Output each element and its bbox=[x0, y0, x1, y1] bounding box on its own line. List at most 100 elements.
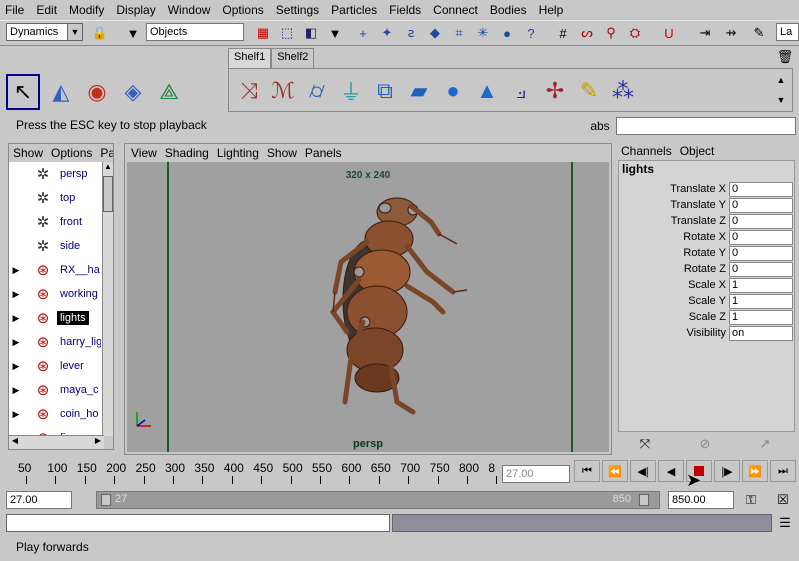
menu-display[interactable]: Display bbox=[116, 3, 155, 17]
start-time-field[interactable]: 27.00 bbox=[6, 491, 72, 509]
channel-name[interactable]: Translate Z bbox=[623, 215, 729, 227]
channel-name[interactable]: Translate X bbox=[623, 183, 729, 195]
outliner-menu-options[interactable]: Options bbox=[51, 146, 92, 160]
channel-value-field[interactable]: 0 bbox=[729, 229, 793, 245]
shelf-scroll-down-icon[interactable]: ▼ bbox=[772, 91, 790, 109]
step-forward-icon[interactable]: ⏩ bbox=[742, 460, 768, 482]
channel-name[interactable]: Rotate X bbox=[623, 231, 729, 243]
channel-name[interactable]: Rotate Z bbox=[623, 263, 729, 275]
outliner-item[interactable]: ▶ ⊛ harry_lig bbox=[9, 330, 104, 354]
outliner-item[interactable]: ▶ ⊛ working bbox=[9, 282, 104, 306]
step-back-icon[interactable]: ⏪ bbox=[602, 460, 628, 482]
move-tool-icon[interactable]: ◉ bbox=[80, 74, 114, 110]
outliner-item[interactable]: ▶ ⊛ maya_c bbox=[9, 378, 104, 402]
menu-options[interactable]: Options bbox=[222, 3, 263, 17]
channel-layer-icon[interactable]: ⊘ bbox=[694, 433, 716, 455]
expand-arrow-icon[interactable]: ▶ bbox=[9, 385, 23, 396]
outliner-item[interactable]: ▶ ⊛ RX__ha bbox=[9, 258, 104, 282]
outliner-item[interactable]: ✲ side bbox=[9, 234, 104, 258]
viewport-canvas[interactable]: 320 x 240 persp bbox=[127, 162, 609, 452]
channel-value-field[interactable]: 1 bbox=[729, 309, 793, 325]
dynamics-mask-icon[interactable]: ✳ bbox=[472, 22, 494, 44]
outliner-horizontal-scrollbar[interactable]: ◀ ▶ bbox=[9, 435, 104, 449]
planar-icon[interactable]: ▰ bbox=[403, 74, 435, 108]
outliner-item[interactable]: ▶ ⊛ coin_ho bbox=[9, 402, 104, 426]
loft-icon[interactable]: ⧉ bbox=[369, 74, 401, 108]
outliner-item[interactable]: ✲ front bbox=[9, 210, 104, 234]
menu-settings[interactable]: Settings bbox=[276, 3, 319, 17]
input-connections-icon[interactable]: ⇥ bbox=[694, 22, 716, 44]
render-field[interactable]: La bbox=[776, 23, 799, 41]
expand-arrow-icon[interactable]: ▶ bbox=[9, 313, 23, 324]
channel-name[interactable]: Rotate Y bbox=[623, 247, 729, 259]
current-frame-field[interactable]: 27.00 bbox=[502, 465, 570, 483]
menu-bodies[interactable]: Bodies bbox=[490, 3, 527, 17]
sphere-icon[interactable]: ● bbox=[437, 74, 469, 108]
shelf-scroll-up-icon[interactable]: ▲ bbox=[772, 71, 790, 89]
scale-tool-icon[interactable]: ⟁ bbox=[152, 74, 186, 110]
menu-connect[interactable]: Connect bbox=[433, 3, 478, 17]
cockroach-model[interactable] bbox=[127, 162, 609, 452]
lock-icon[interactable]: 🔒 bbox=[89, 22, 111, 44]
spotlight-icon[interactable]: ✎ bbox=[573, 74, 605, 108]
channel-name[interactable]: Translate Y bbox=[623, 199, 729, 211]
channel-name[interactable]: Scale Z bbox=[623, 311, 729, 323]
menu-edit[interactable]: Edit bbox=[36, 3, 57, 17]
mode-dropdown[interactable]: Dynamics ▼ bbox=[6, 23, 83, 41]
numeric-input-field[interactable] bbox=[616, 117, 796, 135]
channel-menu-object[interactable]: Object bbox=[680, 144, 715, 158]
channel-value-field[interactable]: 0 bbox=[729, 181, 793, 197]
go-to-start-icon[interactable]: ⏮ bbox=[574, 460, 600, 482]
range-slider[interactable]: 27 850 bbox=[96, 491, 660, 509]
surface-mask-icon[interactable]: ◆ bbox=[424, 22, 446, 44]
channel-name[interactable]: Scale X bbox=[623, 279, 729, 291]
lasso-tool-icon[interactable]: ◭ bbox=[44, 74, 78, 110]
menu-particles[interactable]: Particles bbox=[331, 3, 377, 17]
channel-arrow-icon[interactable]: ↗ bbox=[754, 433, 776, 455]
channel-value-field[interactable]: 0 bbox=[729, 197, 793, 213]
ik-handle-icon[interactable]: ✢ bbox=[539, 74, 571, 108]
expand-arrow-icon[interactable]: ▶ bbox=[9, 361, 23, 372]
expand-arrow-icon[interactable]: ▶ bbox=[9, 289, 23, 300]
channel-value-field[interactable]: 0 bbox=[729, 245, 793, 261]
curve-mask-icon[interactable]: ꙅ bbox=[400, 22, 422, 44]
viewport-menu-lighting[interactable]: Lighting bbox=[217, 146, 259, 160]
menu-file[interactable]: File bbox=[5, 3, 24, 17]
make-live-icon[interactable]: U bbox=[658, 22, 680, 44]
channel-name[interactable]: Scale Y bbox=[623, 295, 729, 307]
snap-curve-icon[interactable]: ᔕ bbox=[576, 22, 598, 44]
select-component-icon[interactable]: ◧ bbox=[300, 22, 322, 44]
outliner-item[interactable]: ▶ ⊛ lights bbox=[9, 306, 104, 330]
misc-mask-icon[interactable]: ? bbox=[520, 22, 542, 44]
channel-value-field[interactable]: 0 bbox=[729, 261, 793, 277]
outliner-menu-panels[interactable]: Par bbox=[100, 146, 113, 160]
menu-window[interactable]: Window bbox=[168, 3, 211, 17]
particle-tool-icon[interactable]: ⁂ bbox=[607, 74, 639, 108]
outliner-vertical-scrollbar[interactable]: ▲ bbox=[102, 162, 113, 436]
channel-value-field[interactable]: 0 bbox=[729, 213, 793, 229]
script-editor-icon[interactable]: ☰ bbox=[774, 512, 796, 534]
channel-value-field[interactable]: on bbox=[729, 325, 793, 341]
expand-arrow-icon[interactable]: ▶ bbox=[9, 265, 23, 276]
channel-value-field[interactable]: 1 bbox=[729, 293, 793, 309]
snap-view-plane-icon[interactable]: ⛭ bbox=[624, 22, 646, 44]
outliner-item[interactable]: ✲ top bbox=[9, 186, 104, 210]
range-start-handle[interactable] bbox=[101, 494, 111, 506]
snap-grid-icon[interactable]: # bbox=[552, 22, 574, 44]
scroll-left-icon[interactable]: ◀ bbox=[9, 436, 21, 448]
trash-icon[interactable]: 🗑 bbox=[774, 46, 796, 68]
render-mask-icon[interactable]: ● bbox=[496, 22, 518, 44]
output-connections-icon[interactable]: ⇸ bbox=[720, 22, 742, 44]
viewport-menu-panels[interactable]: Panels bbox=[305, 146, 342, 160]
menu-modify[interactable]: Modify bbox=[69, 3, 104, 17]
outliner-menu-show[interactable]: Show bbox=[13, 146, 43, 160]
step-forward-key-icon[interactable]: |▶ bbox=[714, 460, 740, 482]
expand-arrow-icon[interactable]: ▶ bbox=[9, 409, 23, 420]
end-time-field[interactable]: 850.00 bbox=[668, 491, 734, 509]
revolve-icon[interactable]: ⏚ bbox=[335, 74, 367, 108]
scroll-right-icon[interactable]: ▶ bbox=[92, 436, 104, 448]
channel-axis-icon[interactable]: ⤧ bbox=[634, 433, 656, 455]
outliner-item[interactable]: ▶ ⊛ lever bbox=[9, 354, 104, 378]
construction-history-icon[interactable]: ✎ bbox=[748, 22, 770, 44]
scroll-thumb[interactable] bbox=[103, 176, 113, 212]
